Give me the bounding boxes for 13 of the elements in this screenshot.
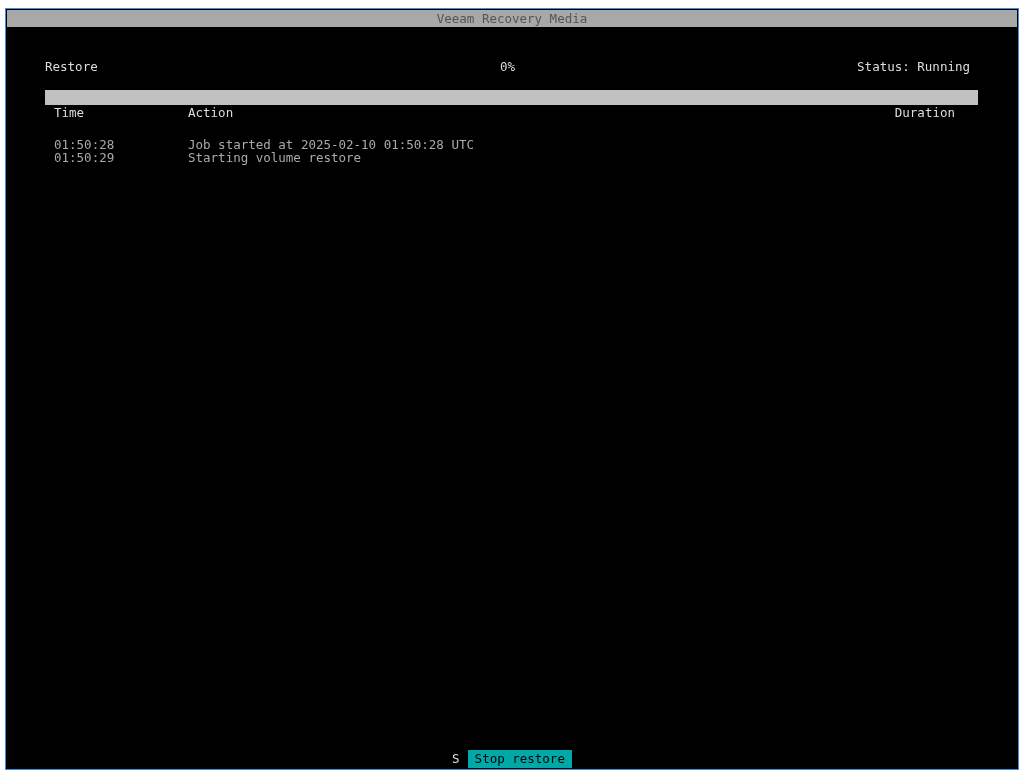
log-time: 01:50:29 [54,150,115,165]
log-action: Starting volume restore [188,150,362,165]
column-header: Time [54,105,85,120]
progress-percent: 0% [499,59,515,74]
window-title: Veeam Recovery Media [7,10,1017,27]
log-time: 01:50:28 [54,137,115,152]
column-header: Action [188,105,234,120]
job-status: Status: Running [857,59,970,74]
column-header: Duration [894,105,955,120]
log-action: Job started at 2025-02-10 01:50:28 UTC [188,137,474,152]
stop-restore-button[interactable]: Stop restore [467,750,572,768]
job-name: Restore [45,59,99,75]
hotkey-label: S [452,750,460,768]
